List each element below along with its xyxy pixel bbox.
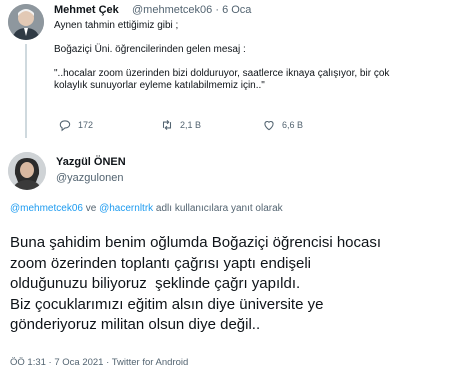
like-button[interactable]: 6,6 B <box>262 118 303 132</box>
quoted-line: Aynen tahmin ettiğimiz gibi ; <box>54 20 179 31</box>
retweet-icon <box>162 119 172 131</box>
reply-icon <box>59 120 71 132</box>
reply-button[interactable]: 172 <box>58 118 93 132</box>
reply-line: Buna şahidim benim oğlumda Boğaziçi öğre… <box>10 234 382 251</box>
quoted-line <box>54 32 389 44</box>
retweet-button[interactable]: 2,1 B <box>160 118 201 132</box>
reply-line: Biz çocuklarımızı eğitim alsın diye üniv… <box>10 295 324 313</box>
replying-to: @mehmetcek06 ve @hacernltrk adlı kullanı… <box>10 203 283 214</box>
reply-author-handle[interactable]: @yazgulonen <box>56 172 123 184</box>
reply-count: 172 <box>78 120 94 130</box>
retweet-count: 2,1 B <box>180 120 202 130</box>
avatar[interactable] <box>8 4 44 40</box>
quoted-tweet-date[interactable]: 6 Oca <box>222 4 251 16</box>
reply-line: gönderiyoruz militan olsun diye değil.. <box>10 316 261 333</box>
reply-tweet-text: Buna şahidim benim oğlumda Boğaziçi öğre… <box>10 233 381 336</box>
thread-line <box>25 44 27 138</box>
reply-author-name[interactable]: Yazgül ÖNEN <box>56 156 126 168</box>
quoted-line <box>54 56 389 68</box>
reply-line: zoom özerinden toplantı çağrısı yaptı en… <box>10 254 312 272</box>
tweet-timestamp[interactable]: ÖÖ 1:31 · 7 Oca 2021 · Twitter for Andro… <box>10 357 188 368</box>
quoted-line: kolaylık sunuyorlar eyleme katılabilmemi… <box>54 80 265 91</box>
quoted-line: Boğaziçi Üni. öğrencilerinden gelen mesa… <box>54 44 246 55</box>
quoted-author-handle[interactable]: @mehmetcek06 <box>132 4 212 16</box>
quoted-author-meta: @mehmetcek06 · 6 Oca <box>132 4 251 16</box>
like-count: 6,6 B <box>282 120 304 130</box>
quoted-line: "..hocalar zoom üzerinden bizi dolduruyo… <box>54 68 390 79</box>
replying-to-user-link[interactable]: @hacernltrk <box>99 203 153 214</box>
replying-to-conjunction: ve <box>82 203 100 214</box>
quoted-author-name[interactable]: Mehmet Çek <box>54 4 119 16</box>
avatar[interactable] <box>8 152 46 190</box>
reply-line: olduğunuzu biliyoruz şeklinde çağrı yapı… <box>10 275 301 292</box>
meta-separator: · <box>215 4 219 16</box>
quoted-tweet-text: Aynen tahmin ettiğimiz gibi ; Boğaziçi Ü… <box>54 20 389 92</box>
replying-to-user-link[interactable]: @mehmetcek06 <box>10 203 83 214</box>
like-icon <box>264 121 274 131</box>
replying-to-suffix: adlı kullanıcılara yanıt olarak <box>153 203 283 214</box>
